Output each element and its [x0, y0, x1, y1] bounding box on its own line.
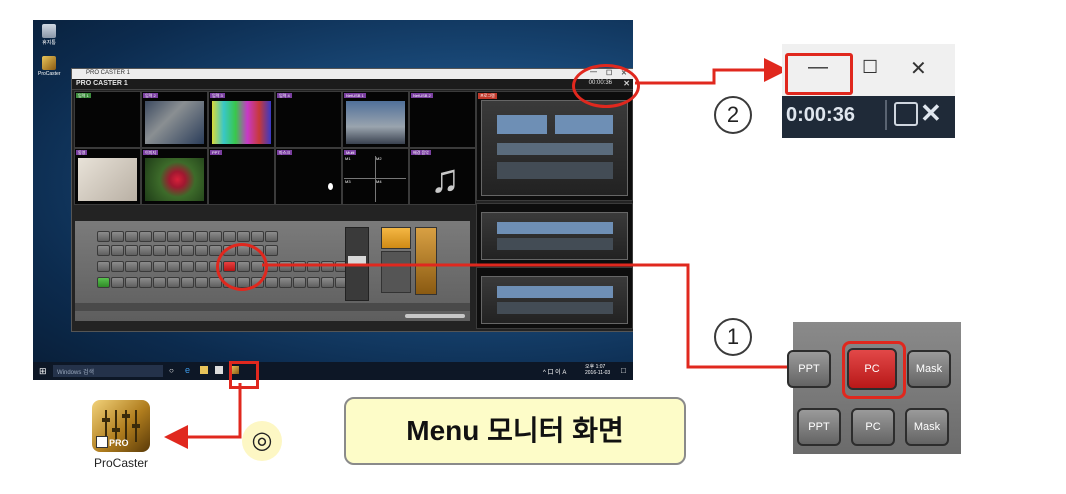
callout-number-1: 1: [714, 318, 752, 356]
caption-text: Menu 모니터 화면: [406, 415, 624, 446]
highlight-zoom-pc-key: [842, 341, 906, 399]
highlight-minimize: [785, 53, 853, 95]
zoom-key-label: Mask: [913, 421, 941, 433]
arrow-to-procaster-icon: [164, 383, 242, 449]
zoom-key-label: PPT: [798, 363, 820, 375]
zoom-close-icon[interactable]: ✕: [910, 56, 927, 81]
zoom-mask-key[interactable]: Mask: [907, 350, 951, 388]
zoom-key-label: Mask: [915, 363, 943, 375]
zoom-ppt-key[interactable]: PPT: [787, 350, 831, 388]
zoom-mask-key-2[interactable]: Mask: [905, 408, 949, 446]
zoom-pc-key-2[interactable]: PC: [851, 408, 895, 446]
callout-number-2: 2: [714, 96, 752, 134]
shortcut-arrow-icon: [96, 436, 108, 448]
mark-circle: ◎: [242, 421, 282, 461]
zoom-timer: 0:00:36: [786, 104, 855, 126]
zoom-maximize-icon[interactable]: ☐: [862, 57, 878, 78]
zoom-key-label: PC: [865, 421, 881, 433]
procaster-icon-graphic: PRO: [92, 400, 150, 452]
zoom-restore-icon[interactable]: [894, 102, 918, 126]
zoom-ppt-key-2[interactable]: PPT: [797, 408, 841, 446]
procaster-icon-label: ProCaster: [93, 456, 149, 470]
zoom-app-close-icon[interactable]: ✕: [920, 98, 942, 129]
procaster-badge: PRO: [109, 438, 129, 448]
zoom-key-label: PPT: [808, 421, 830, 433]
arrow-to-zoom2: [635, 58, 788, 85]
zoom-divider: [885, 100, 887, 130]
caption-box: Menu 모니터 화면: [344, 397, 686, 465]
procaster-icon[interactable]: PRO ProCaster: [86, 400, 156, 476]
